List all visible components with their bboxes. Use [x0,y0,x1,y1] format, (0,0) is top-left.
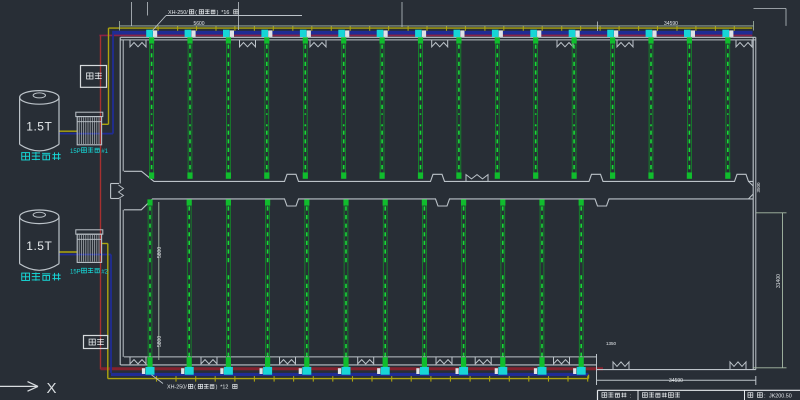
svg-text:): ) [217,10,219,16]
svg-text:15P: 15P [70,269,81,275]
svg-text:34590: 34590 [669,378,683,384]
svg-text:#2: #2 [101,269,108,275]
svg-text:5800: 5800 [157,247,163,258]
svg-text:15P: 15P [70,149,81,155]
svg-text:31400: 31400 [776,274,782,288]
svg-text:5600: 5600 [193,21,204,27]
svg-text:*16: *16 [221,10,229,16]
svg-text:1.5T: 1.5T [26,239,52,253]
svg-text:5800: 5800 [157,336,163,347]
svg-text:1350: 1350 [606,341,617,346]
svg-text:JK200.50: JK200.50 [769,393,792,399]
svg-text:XH-250/: XH-250/ [167,385,187,391]
svg-text:34590: 34590 [664,21,678,27]
svg-text:#1: #1 [101,149,108,155]
svg-text:(: ( [195,10,197,16]
svg-text:*12: *12 [220,385,228,391]
svg-text:3500: 3500 [756,182,761,193]
svg-text:1.5T: 1.5T [26,119,52,133]
svg-text:): ) [216,385,218,391]
svg-text:X: X [47,380,57,397]
svg-text:XH-250/: XH-250/ [168,10,188,16]
svg-text:(: ( [194,385,196,391]
